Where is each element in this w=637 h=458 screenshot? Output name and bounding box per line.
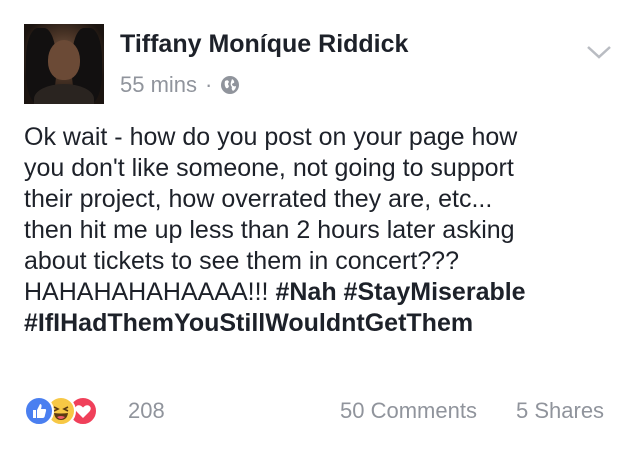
post-text-line: HAHAHAHAHAAAA!!! #Nah #StayMiserable	[24, 277, 624, 308]
post-header: Tiffany Moníque Riddick 55 mins ·	[24, 24, 613, 108]
post-meta: 55 mins ·	[120, 72, 240, 98]
post-text-line: you don't like someone, not going to sup…	[24, 154, 514, 182]
post-text-line: Ok wait - how do you post on your page h…	[24, 123, 518, 151]
post-text: Ok wait - how do you post on your page h…	[24, 122, 624, 339]
globe-icon[interactable]	[220, 75, 240, 95]
hashtag-staymiserable[interactable]: #StayMiserable	[344, 278, 526, 306]
post-text-line: about tickets to see them in concert???	[24, 247, 459, 275]
meta-separator: ·	[205, 72, 213, 97]
post-text-line: #IfIHadThemYouStillWouldntGetThem	[24, 308, 624, 339]
reactions[interactable]	[24, 396, 124, 428]
avatar[interactable]	[24, 24, 104, 104]
comments-link[interactable]: 50 Comments	[340, 398, 477, 424]
hashtag-ifihadthem[interactable]: #IfIHadThemYouStillWouldntGetThem	[24, 309, 473, 337]
author-name[interactable]: Tiffany Moníque Riddick	[120, 30, 408, 59]
post-text-line: their project, how overrated they are, e…	[24, 185, 493, 213]
avatar-face	[48, 40, 80, 80]
post-footer: 208 50 Comments 5 Shares	[24, 394, 613, 430]
hashtag-nah[interactable]: #Nah	[275, 278, 336, 306]
post-text-laugh: HAHAHAHAHAAAA!!!	[24, 278, 276, 306]
chevron-down-icon[interactable]	[585, 42, 613, 62]
like-icon	[24, 396, 54, 426]
post-text-line: then hit me up less than 2 hours later a…	[24, 216, 515, 244]
post-timestamp[interactable]: 55 mins	[120, 72, 197, 98]
reaction-count[interactable]: 208	[128, 398, 165, 424]
shares-link[interactable]: 5 Shares	[516, 398, 604, 424]
